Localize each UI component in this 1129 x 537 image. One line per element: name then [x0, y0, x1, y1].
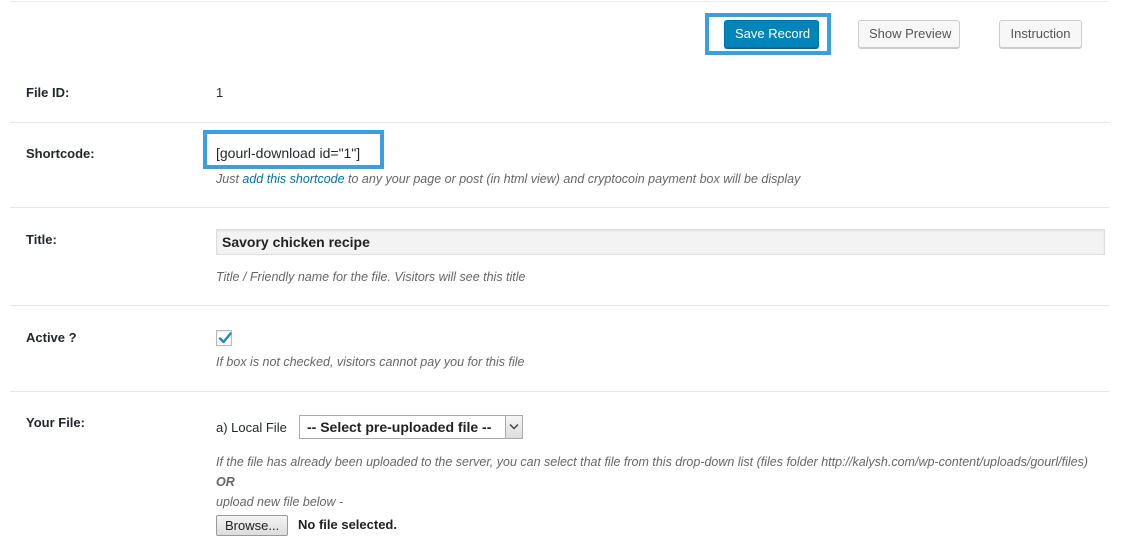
active-description: If box is not checked, visitors cannot p… [216, 355, 525, 369]
divider [10, 207, 1109, 208]
title-description: Title / Friendly name for the file. Visi… [216, 270, 526, 284]
top-divider [10, 1, 1109, 2]
your-file-label: Your File: [26, 415, 85, 430]
active-label: Active ? [26, 330, 77, 345]
select-arrow[interactable] [505, 416, 522, 438]
shortcode-desc-before: Just [216, 172, 243, 186]
browse-button[interactable]: Browse... [216, 515, 289, 536]
divider [10, 391, 1109, 392]
file-id-value: 1 [216, 85, 224, 100]
instruction-button[interactable]: Instruction [999, 20, 1082, 48]
title-label: Title: [26, 232, 57, 247]
shortcode-value: [gourl-download id="1"] [216, 145, 361, 161]
select-value: -- Select pre-uploaded file -- [307, 419, 492, 435]
shortcode-label: Shortcode: [26, 146, 95, 161]
no-file-selected-text: No file selected. [298, 517, 397, 532]
local-file-label: a) Local File [216, 420, 287, 435]
show-preview-button[interactable]: Show Preview [858, 20, 960, 48]
edit-file-form: Save Record Show Preview Instruction Fil… [0, 0, 1129, 537]
shortcode-desc-after: to any your page or post (in html view) … [344, 172, 801, 186]
chevron-down-icon [509, 423, 519, 430]
or-separator: OR [216, 475, 235, 489]
upload-description: upload new file below - [216, 495, 344, 509]
checkmark-icon [218, 332, 232, 344]
pre-uploaded-file-select[interactable]: -- Select pre-uploaded file -- [299, 415, 523, 439]
file-select-description: If the file has already been uploaded to… [216, 455, 1088, 469]
shortcode-description: Just add this shortcode to any your page… [216, 172, 800, 186]
divider [10, 122, 1109, 123]
save-record-button[interactable]: Save Record [724, 20, 819, 48]
divider [10, 305, 1109, 306]
add-shortcode-link[interactable]: add this shortcode [242, 172, 344, 186]
title-input[interactable] [216, 229, 1105, 255]
active-checkbox[interactable] [216, 330, 232, 346]
file-id-label: File ID: [26, 85, 70, 100]
